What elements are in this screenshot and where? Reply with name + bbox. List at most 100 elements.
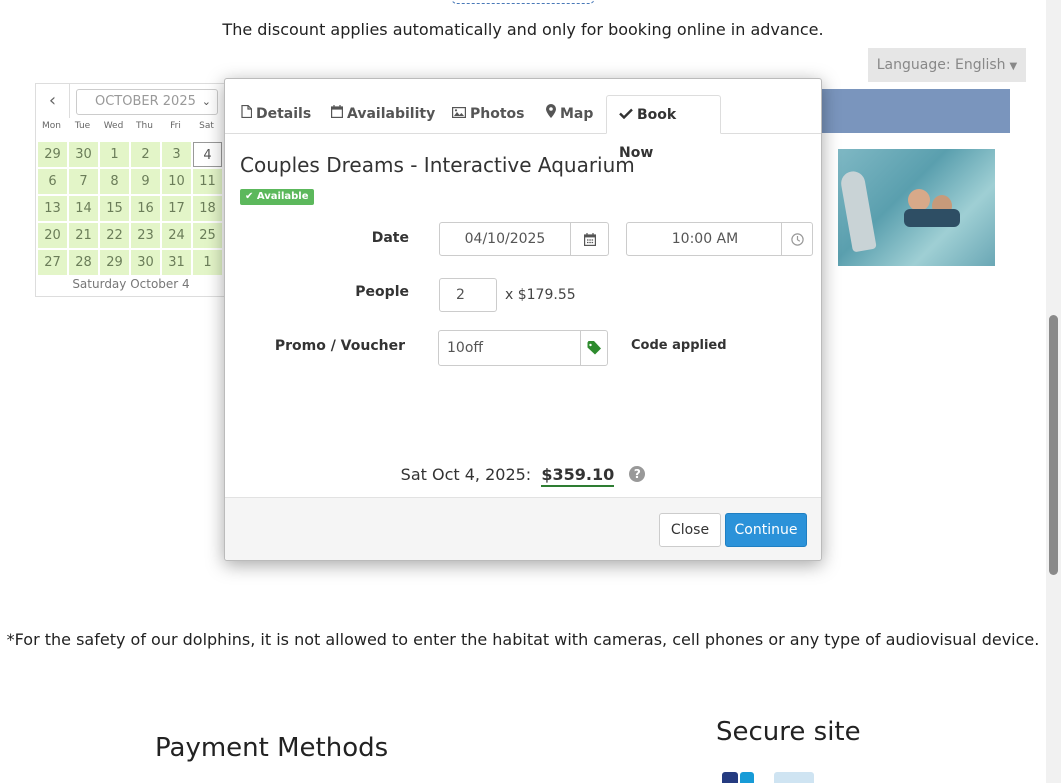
calendar-day[interactable]: 8 — [100, 169, 129, 194]
total-date: Sat Oct 4, 2025: — [400, 465, 532, 484]
calendar-day[interactable]: 1 — [193, 250, 222, 275]
calendar-day[interactable]: 27 — [38, 250, 67, 275]
calendar-day[interactable]: 25 — [193, 223, 222, 248]
calendar-day[interactable]: 10 — [162, 169, 191, 194]
calendar-day[interactable]: 30 — [131, 250, 160, 275]
dolphin-shape — [839, 169, 877, 253]
tab-map[interactable]: Map — [540, 95, 599, 134]
modal-tabs: Details Availability Photos Map Book Now — [225, 95, 821, 161]
swimmer-body — [904, 209, 960, 227]
continue-button[interactable]: Continue — [725, 513, 807, 547]
date-label: Date — [371, 230, 409, 246]
calendar-day[interactable]: 15 — [100, 196, 129, 221]
tab-label: Map — [560, 106, 594, 122]
date-value: 04/10/2025 — [464, 231, 546, 247]
language-selector[interactable]: Language: English ▼ — [868, 48, 1026, 82]
people-input[interactable]: 2 — [439, 278, 497, 312]
calendar-day[interactable]: 30 — [69, 142, 98, 167]
paypal-logo-part — [774, 772, 814, 783]
weekday-label: Sat — [199, 121, 214, 131]
prev-month-button[interactable]: ‹ — [36, 84, 70, 118]
paypal-logo — [716, 772, 846, 783]
clock-icon[interactable] — [781, 223, 812, 255]
map-marker-icon — [546, 95, 556, 133]
total-summary: Sat Oct 4, 2025: $359.10 ? — [225, 465, 821, 487]
image-icon — [452, 95, 467, 133]
calendar-day[interactable]: 29 — [100, 250, 129, 275]
month-select[interactable]: OCTOBER 2025 ⌄ — [76, 89, 218, 115]
calendar-day[interactable]: 14 — [69, 196, 98, 221]
calendar-day[interactable]: 11 — [193, 169, 222, 194]
payment-methods-title: Payment Methods — [155, 733, 389, 763]
calendar-day[interactable]: 21 — [69, 223, 98, 248]
calendar-day[interactable]: 3 — [162, 142, 191, 167]
calendar-day[interactable]: 23 — [131, 223, 160, 248]
calendar-day[interactable]: 20 — [38, 223, 67, 248]
calendar-day[interactable]: 7 — [69, 169, 98, 194]
calendar-day[interactable]: 17 — [162, 196, 191, 221]
chevron-down-icon: ⌄ — [201, 95, 211, 108]
close-button[interactable]: Close — [659, 513, 721, 547]
selected-date-label: Saturday October 4 — [72, 277, 190, 291]
calendar-icon[interactable] — [570, 223, 608, 255]
tab-availability[interactable]: Availability — [325, 95, 441, 134]
file-icon — [241, 95, 253, 133]
question-circle-icon[interactable]: ? — [629, 466, 646, 482]
check-icon: ✔ — [245, 191, 254, 202]
date-input[interactable]: 04/10/2025 — [439, 222, 609, 256]
tab-book-now[interactable]: Book Now — [606, 95, 721, 161]
top-partial-button[interactable] — [451, 0, 595, 4]
swimmer-head — [908, 189, 930, 211]
tab-label: Details — [256, 106, 312, 122]
tab-label: Photos — [470, 106, 525, 122]
promo-input[interactable]: 10off — [438, 330, 608, 366]
page-scrollbar[interactable] — [1046, 0, 1061, 783]
people-value: 2 — [456, 287, 465, 303]
tab-details[interactable]: Details — [235, 95, 317, 134]
weekday-label: Fri — [170, 121, 181, 131]
scrollbar-thumb[interactable] — [1049, 315, 1058, 575]
modal-title: Couples Dreams - Interactive Aquarium — [240, 153, 635, 177]
month-select-value: OCTOBER 2025 — [95, 94, 196, 109]
calendar-icon — [331, 95, 344, 133]
tag-icon[interactable] — [580, 331, 607, 365]
weekday-label: Wed — [103, 121, 124, 131]
modal-footer: Close Continue — [225, 497, 821, 560]
check-icon — [619, 96, 633, 134]
calendar-day[interactable]: 1 — [100, 142, 129, 167]
tour-photo[interactable] — [838, 149, 995, 266]
calendar-day[interactable]: 6 — [38, 169, 67, 194]
weekday-label: Mon — [42, 121, 61, 131]
weekday-label: Thu — [136, 121, 153, 131]
safety-note: *For the safety of our dolphins, it is n… — [6, 630, 1040, 649]
promo-value: 10off — [447, 340, 484, 356]
discount-note: The discount applies automatically and o… — [222, 20, 824, 39]
paypal-logo-part — [722, 772, 738, 783]
tour-header-bar — [820, 89, 1010, 133]
tab-photos[interactable]: Photos — [446, 95, 531, 134]
people-label: People — [355, 284, 409, 300]
calendar-weekday-header: Mon Tue Wed Thu Fri Sat — [36, 121, 226, 131]
calendar-day[interactable]: 16 — [131, 196, 160, 221]
calendar-day[interactable]: 18 — [193, 196, 222, 221]
calendar-day[interactable]: 2 — [131, 142, 160, 167]
calendar-day[interactable]: 29 — [38, 142, 67, 167]
calendar-day[interactable]: 31 — [162, 250, 191, 275]
paypal-logo-part — [740, 772, 754, 783]
total-amount: $359.10 — [541, 465, 615, 487]
calendar-day[interactable]: 4 — [193, 142, 222, 167]
calendar-day[interactable]: 22 — [100, 223, 129, 248]
calendar-day[interactable]: 24 — [162, 223, 191, 248]
availability-calendar: ‹ OCTOBER 2025 ⌄ Mon Tue Wed Thu Fri Sat … — [35, 83, 225, 297]
calendar-day[interactable]: 13 — [38, 196, 67, 221]
time-value: 10:00 AM — [671, 231, 739, 247]
promo-label: Promo / Voucher — [274, 338, 405, 354]
status-badge: ✔ Available — [240, 189, 314, 205]
time-input[interactable]: 10:00 AM — [626, 222, 813, 256]
calendar-day[interactable]: 9 — [131, 169, 160, 194]
chevron-left-icon: ‹ — [48, 90, 57, 111]
status-badge-label: Available — [256, 191, 309, 202]
booking-modal: Details Availability Photos Map Book Now… — [224, 78, 822, 561]
language-label: Language: English — [876, 57, 1006, 73]
calendar-day[interactable]: 28 — [69, 250, 98, 275]
